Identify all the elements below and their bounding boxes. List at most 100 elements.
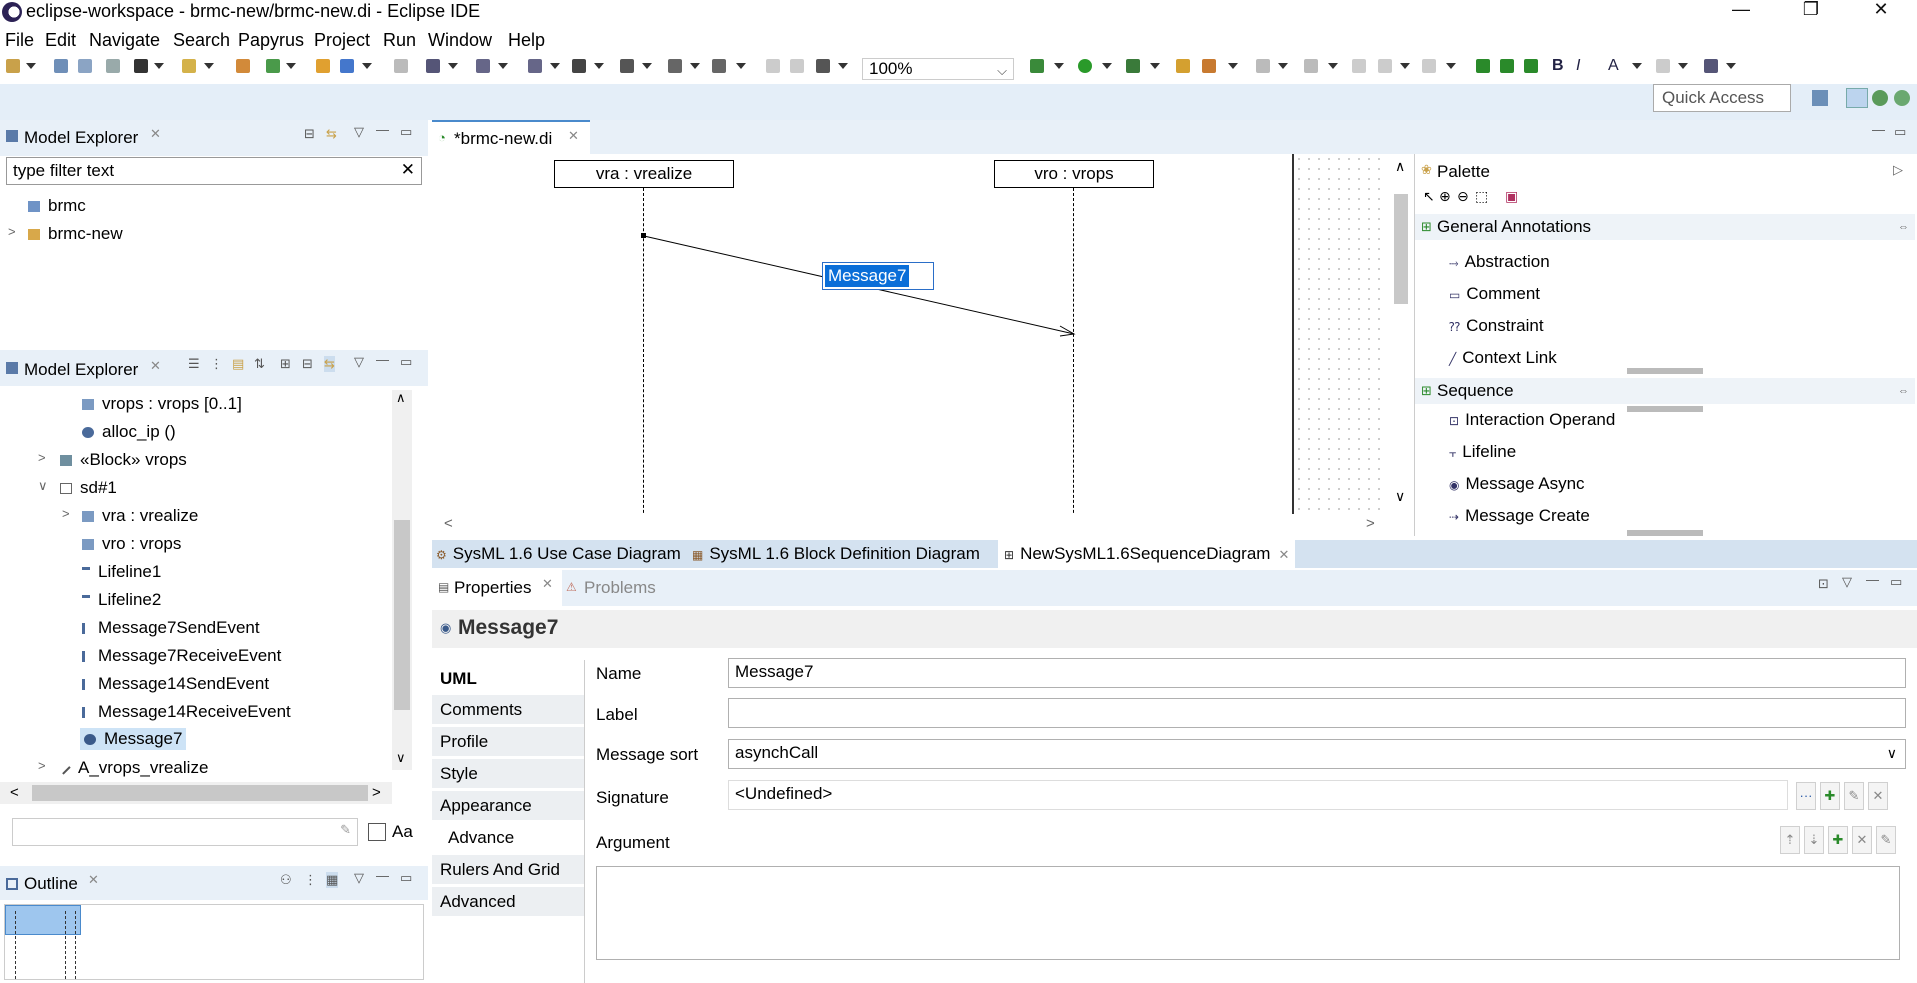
papyrus-perspective-icon[interactable] [1846,88,1868,108]
prop-tab-advanced[interactable]: Advanced [432,887,584,917]
list-icon[interactable]: ☰ [188,356,200,372]
open-type-dropdown-icon[interactable] [204,63,214,69]
add-argument-button[interactable]: ✚ [1828,826,1848,854]
select-dropdown-icon[interactable] [448,63,458,69]
menu-file[interactable]: File [5,30,34,51]
prop-tab-style[interactable]: Style [432,759,584,789]
palette-item-comment[interactable]: ▭ Comment [1449,284,1540,304]
prop-tab-advance[interactable]: Advance [432,823,584,853]
outline-thumbnail[interactable] [4,904,424,980]
expand-icon[interactable]: > [38,450,46,465]
tree-search-input[interactable]: ✎ [12,818,358,846]
link-icon[interactable] [316,59,330,73]
tree-item[interactable]: Message14SendEvent [82,674,269,694]
close-button[interactable]: ✕ [1858,0,1904,20]
pin-icon[interactable]: ⇔ [1898,378,1909,404]
note-tool-icon[interactable]: ▣ [1505,188,1518,205]
diagram-tab-use-case[interactable]: ⚙ SysML 1.6 Use Case Diagram [436,540,681,568]
tree-item[interactable]: sd#1 [60,478,117,498]
zoom-out-icon[interactable]: ⊖ [1457,188,1469,205]
menu-papyrus[interactable]: Papyrus [238,30,304,51]
bold-icon[interactable]: B [1552,57,1564,75]
select-tool-icon[interactable]: ↖ [1423,188,1435,205]
browse-button[interactable]: ··· [1796,782,1816,810]
tree-icon[interactable]: ⋮ [210,356,223,372]
menu-navigate[interactable]: Navigate [89,30,160,51]
layout-dropdown-icon[interactable] [550,63,560,69]
terminal-dropdown-icon[interactable] [154,63,164,69]
minimize-view-icon[interactable]: — [376,122,389,137]
maximize-view-icon[interactable]: ▭ [1894,124,1906,140]
message7-label-text[interactable]: Message7 [825,265,909,287]
new-icon[interactable] [6,59,20,73]
back-dropdown-icon[interactable] [1400,63,1410,69]
scroll-right-icon[interactable]: > [372,784,381,801]
align-dropdown-icon[interactable] [594,63,604,69]
tree-item-brmc-new[interactable]: brmc-new [28,224,123,244]
back-history-icon[interactable] [1378,59,1392,73]
align-icon[interactable] [572,59,586,73]
tree-horizontal-scrollbar[interactable]: < > [0,782,392,804]
open-type-icon[interactable] [182,59,196,73]
view-menu-icon[interactable]: ▽ [1842,574,1852,590]
prop-tab-appearance[interactable]: Appearance [432,791,584,821]
tree-item-brmc[interactable]: brmc [28,196,86,216]
save-icon[interactable] [54,59,68,73]
route-icon[interactable] [668,59,682,73]
view-menu-icon[interactable]: ▽ [354,354,364,370]
pin-view-icon[interactable]: ⊡ [1818,576,1829,592]
problems-tab[interactable]: Problems [584,578,656,598]
menu-project[interactable]: Project [314,30,370,51]
tree-item[interactable]: vra : vrealize [82,506,198,526]
tree-item[interactable]: Message14ReceiveEvent [82,702,291,722]
tree-item-message7-selected[interactable]: Message7 [80,728,187,750]
search-tool-icon[interactable] [1202,59,1216,73]
palette-item-lifeline[interactable]: ⫟ Lifeline [1449,442,1516,462]
save-all-icon[interactable] [78,59,92,73]
message7-arrow[interactable] [434,154,1134,530]
fill-color-icon[interactable] [1656,59,1670,73]
maximize-view-icon[interactable]: ▭ [400,124,412,140]
minimize-view-icon[interactable]: — [376,352,389,367]
tree-item[interactable]: Message7ReceiveEvent [82,646,281,666]
italic-icon[interactable]: I [1576,57,1580,75]
thumbnail-icon[interactable]: ▦ [326,872,339,888]
close-icon[interactable]: ✕ [568,128,579,144]
add-button[interactable]: ✚ [1820,782,1840,810]
run-dropdown-icon[interactable] [1102,63,1112,69]
nav-forward-icon[interactable] [1524,59,1538,73]
palette-drawer-general-annotations[interactable]: ⊞ General Annotations ⇔ [1415,214,1915,240]
tree-item[interactable]: A_vrops_vrealize [59,758,208,778]
task-icon[interactable] [236,59,250,73]
annotation-icon[interactable] [1256,59,1270,73]
open-perspective-icon[interactable] [1812,90,1828,106]
editor-tab-brmc-new[interactable]: ◔ *brmc-new.di ✕ [432,120,590,154]
copy-icon[interactable] [394,59,408,73]
new-dropdown-icon[interactable] [26,63,36,69]
diagram-canvas[interactable]: vra : vrealize vro : vrops Message7 [434,154,1390,530]
canvas-vertical-scrollbar[interactable]: ∧ ∨ [1390,154,1412,514]
prop-tab-uml[interactable]: UML [432,664,584,694]
close-icon[interactable]: ✕ [150,126,161,142]
tree-item[interactable]: Message7SendEvent [82,618,260,638]
arrange-dropdown-icon[interactable] [498,63,508,69]
refresh-icon[interactable] [266,59,280,73]
palette-item-message-create[interactable]: ⇢ Message Create [1449,506,1590,526]
forward-dropdown-icon[interactable] [1446,63,1456,69]
layout-icon[interactable] [528,59,542,73]
tree-item[interactable]: vro : vrops [82,534,181,554]
prop-tab-profile[interactable]: Profile [432,727,584,757]
remove-button[interactable]: ✕ [1868,782,1888,810]
outline-tab[interactable]: Outline [24,874,78,894]
run-icon[interactable] [1078,59,1092,73]
minimize-button[interactable]: — [1718,0,1764,20]
collapse-all-icon[interactable]: ⊟ [302,356,313,372]
ungroup-icon[interactable] [790,59,804,73]
filter-tool-icon[interactable]: ▤ [232,356,244,372]
case-sensitive-checkbox[interactable] [368,823,386,841]
new-element-icon[interactable] [1476,59,1490,73]
zoom-in-icon[interactable]: ⊕ [1439,188,1451,205]
expand-icon[interactable]: > [62,506,70,521]
marquee-icon[interactable]: ⬚ [1475,188,1488,205]
menu-run[interactable]: Run [383,30,416,51]
